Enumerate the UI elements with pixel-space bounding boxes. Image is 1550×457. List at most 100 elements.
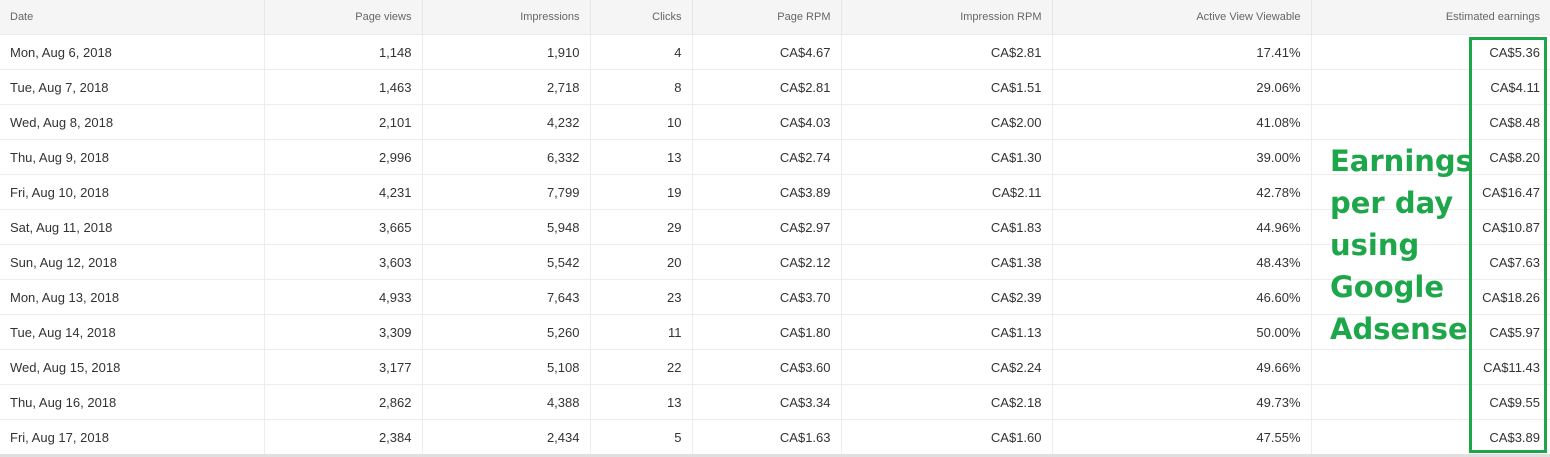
impressions-cell: 4,232: [422, 104, 591, 140]
page-rpm-cell: CA$3.70: [692, 279, 842, 315]
impressions-cell: 5,108: [422, 349, 591, 385]
page-rpm-cell: CA$3.89: [692, 174, 842, 210]
table-row: Mon, Aug 6, 2018 1,148 1,910 4 CA$4.67 CA$2.8…: [0, 34, 1550, 70]
impression-rpm-cell: CA$1.83: [841, 209, 1053, 245]
column-header-active-view-viewable[interactable]: Active View Viewable: [1052, 0, 1312, 35]
active-view-cell: 42.78%: [1052, 174, 1312, 210]
clicks-cell: 13: [590, 384, 693, 420]
active-view-cell: 47.55%: [1052, 419, 1312, 454]
impressions-cell: 4,388: [422, 384, 591, 420]
impressions-cell: 5,260: [422, 314, 591, 350]
estimated-earnings-cell: CA$8.48: [1311, 104, 1550, 140]
date-cell: Tue, Aug 14, 2018: [0, 314, 265, 350]
date-cell: Thu, Aug 16, 2018: [0, 384, 265, 420]
active-view-cell: 44.96%: [1052, 209, 1312, 245]
page-views-cell: 2,384: [264, 419, 423, 454]
estimated-earnings-cell: CA$4.11: [1311, 69, 1550, 105]
date-cell: Fri, Aug 10, 2018: [0, 174, 265, 210]
active-view-cell: 41.08%: [1052, 104, 1312, 140]
table-row: Tue, Aug 14, 2018 3,309 5,260 11 CA$1.80 CA$1…: [0, 314, 1550, 350]
column-header-date[interactable]: Date: [0, 0, 265, 35]
page-rpm-cell: CA$2.81: [692, 69, 842, 105]
date-cell: Wed, Aug 15, 2018: [0, 349, 265, 385]
date-cell: Fri, Aug 17, 2018: [0, 419, 265, 454]
page-rpm-cell: CA$2.74: [692, 139, 842, 175]
clicks-cell: 8: [590, 69, 693, 105]
column-header-clicks[interactable]: Clicks: [590, 0, 693, 35]
page-views-cell: 2,996: [264, 139, 423, 175]
clicks-cell: 29: [590, 209, 693, 245]
page-rpm-cell: CA$3.60: [692, 349, 842, 385]
annotation-line: per day: [1330, 186, 1454, 220]
table-row: Fri, Aug 10, 2018 4,231 7,799 19 CA$3.89 CA$2…: [0, 174, 1550, 210]
impressions-cell: 1,910: [422, 34, 591, 70]
page-views-cell: 1,463: [264, 69, 423, 105]
clicks-cell: 19: [590, 174, 693, 210]
page-views-cell: 3,309: [264, 314, 423, 350]
table-row: Thu, Aug 9, 2018 2,996 6,332 13 CA$2.74 CA$1.…: [0, 139, 1550, 175]
active-view-cell: 49.73%: [1052, 384, 1312, 420]
table-row: Mon, Aug 13, 2018 4,933 7,643 23 CA$3.70 CA$2…: [0, 279, 1550, 315]
column-header-estimated-earnings[interactable]: Estimated earnings: [1311, 0, 1550, 35]
table-row: Fri, Aug 17, 2018 2,384 2,434 5 CA$1.63 CA$1.…: [0, 419, 1550, 454]
column-header-page-rpm[interactable]: Page RPM: [692, 0, 842, 35]
clicks-cell: 11: [590, 314, 693, 350]
annotation-line: Adsense: [1330, 312, 1468, 346]
impression-rpm-cell: CA$2.81: [841, 34, 1053, 70]
impression-rpm-cell: CA$2.00: [841, 104, 1053, 140]
page-views-cell: 3,177: [264, 349, 423, 385]
page-views-cell: 2,862: [264, 384, 423, 420]
page-rpm-cell: CA$4.67: [692, 34, 842, 70]
clicks-cell: 10: [590, 104, 693, 140]
date-cell: Thu, Aug 9, 2018: [0, 139, 265, 175]
date-cell: Tue, Aug 7, 2018: [0, 69, 265, 105]
clicks-cell: 4: [590, 34, 693, 70]
impressions-cell: 6,332: [422, 139, 591, 175]
impression-rpm-cell: CA$2.39: [841, 279, 1053, 315]
earnings-report-table: Date Page views Impressions Clicks Page …: [0, 0, 1550, 454]
table-row: Wed, Aug 8, 2018 2,101 4,232 10 CA$4.03 CA$2.…: [0, 104, 1550, 140]
column-header-impression-rpm[interactable]: Impression RPM: [841, 0, 1053, 35]
annotation-text: Earnings per day using Google Adsense: [1330, 140, 1473, 350]
clicks-cell: 23: [590, 279, 693, 315]
impression-rpm-cell: CA$2.18: [841, 384, 1053, 420]
impressions-cell: 5,948: [422, 209, 591, 245]
page-rpm-cell: CA$3.34: [692, 384, 842, 420]
impressions-cell: 7,643: [422, 279, 591, 315]
impressions-cell: 7,799: [422, 174, 591, 210]
clicks-cell: 13: [590, 139, 693, 175]
page-rpm-cell: CA$2.12: [692, 244, 842, 280]
impressions-cell: 5,542: [422, 244, 591, 280]
impression-rpm-cell: CA$1.38: [841, 244, 1053, 280]
active-view-cell: 29.06%: [1052, 69, 1312, 105]
page-views-cell: 2,101: [264, 104, 423, 140]
page-rpm-cell: CA$1.80: [692, 314, 842, 350]
table-row: Sat, Aug 11, 2018 3,665 5,948 29 CA$2.97 CA$1…: [0, 209, 1550, 245]
page-rpm-cell: CA$4.03: [692, 104, 842, 140]
date-cell: Sat, Aug 11, 2018: [0, 209, 265, 245]
table-row: Wed, Aug 15, 2018 3,177 5,108 22 CA$3.60 CA$2…: [0, 349, 1550, 385]
active-view-cell: 50.00%: [1052, 314, 1312, 350]
annotation-line: Google: [1330, 270, 1445, 304]
active-view-cell: 46.60%: [1052, 279, 1312, 315]
annotation-line: Earnings: [1330, 144, 1473, 178]
column-header-impressions[interactable]: Impressions: [422, 0, 591, 35]
active-view-cell: 49.66%: [1052, 349, 1312, 385]
date-cell: Sun, Aug 12, 2018: [0, 244, 265, 280]
page-views-cell: 4,231: [264, 174, 423, 210]
impression-rpm-cell: CA$1.60: [841, 419, 1053, 454]
table-row: Thu, Aug 16, 2018 2,862 4,388 13 CA$3.34 CA$2…: [0, 384, 1550, 420]
impression-rpm-cell: CA$1.13: [841, 314, 1053, 350]
clicks-cell: 20: [590, 244, 693, 280]
date-cell: Wed, Aug 8, 2018: [0, 104, 265, 140]
date-cell: Mon, Aug 13, 2018: [0, 279, 265, 315]
estimated-earnings-cell: CA$5.36: [1311, 34, 1550, 70]
estimated-earnings-cell: CA$9.55: [1311, 384, 1550, 420]
page-views-cell: 3,665: [264, 209, 423, 245]
estimated-earnings-cell: CA$3.89: [1311, 419, 1550, 454]
impression-rpm-cell: CA$2.11: [841, 174, 1053, 210]
active-view-cell: 39.00%: [1052, 139, 1312, 175]
active-view-cell: 17.41%: [1052, 34, 1312, 70]
impressions-cell: 2,718: [422, 69, 591, 105]
column-header-page-views[interactable]: Page views: [264, 0, 423, 35]
